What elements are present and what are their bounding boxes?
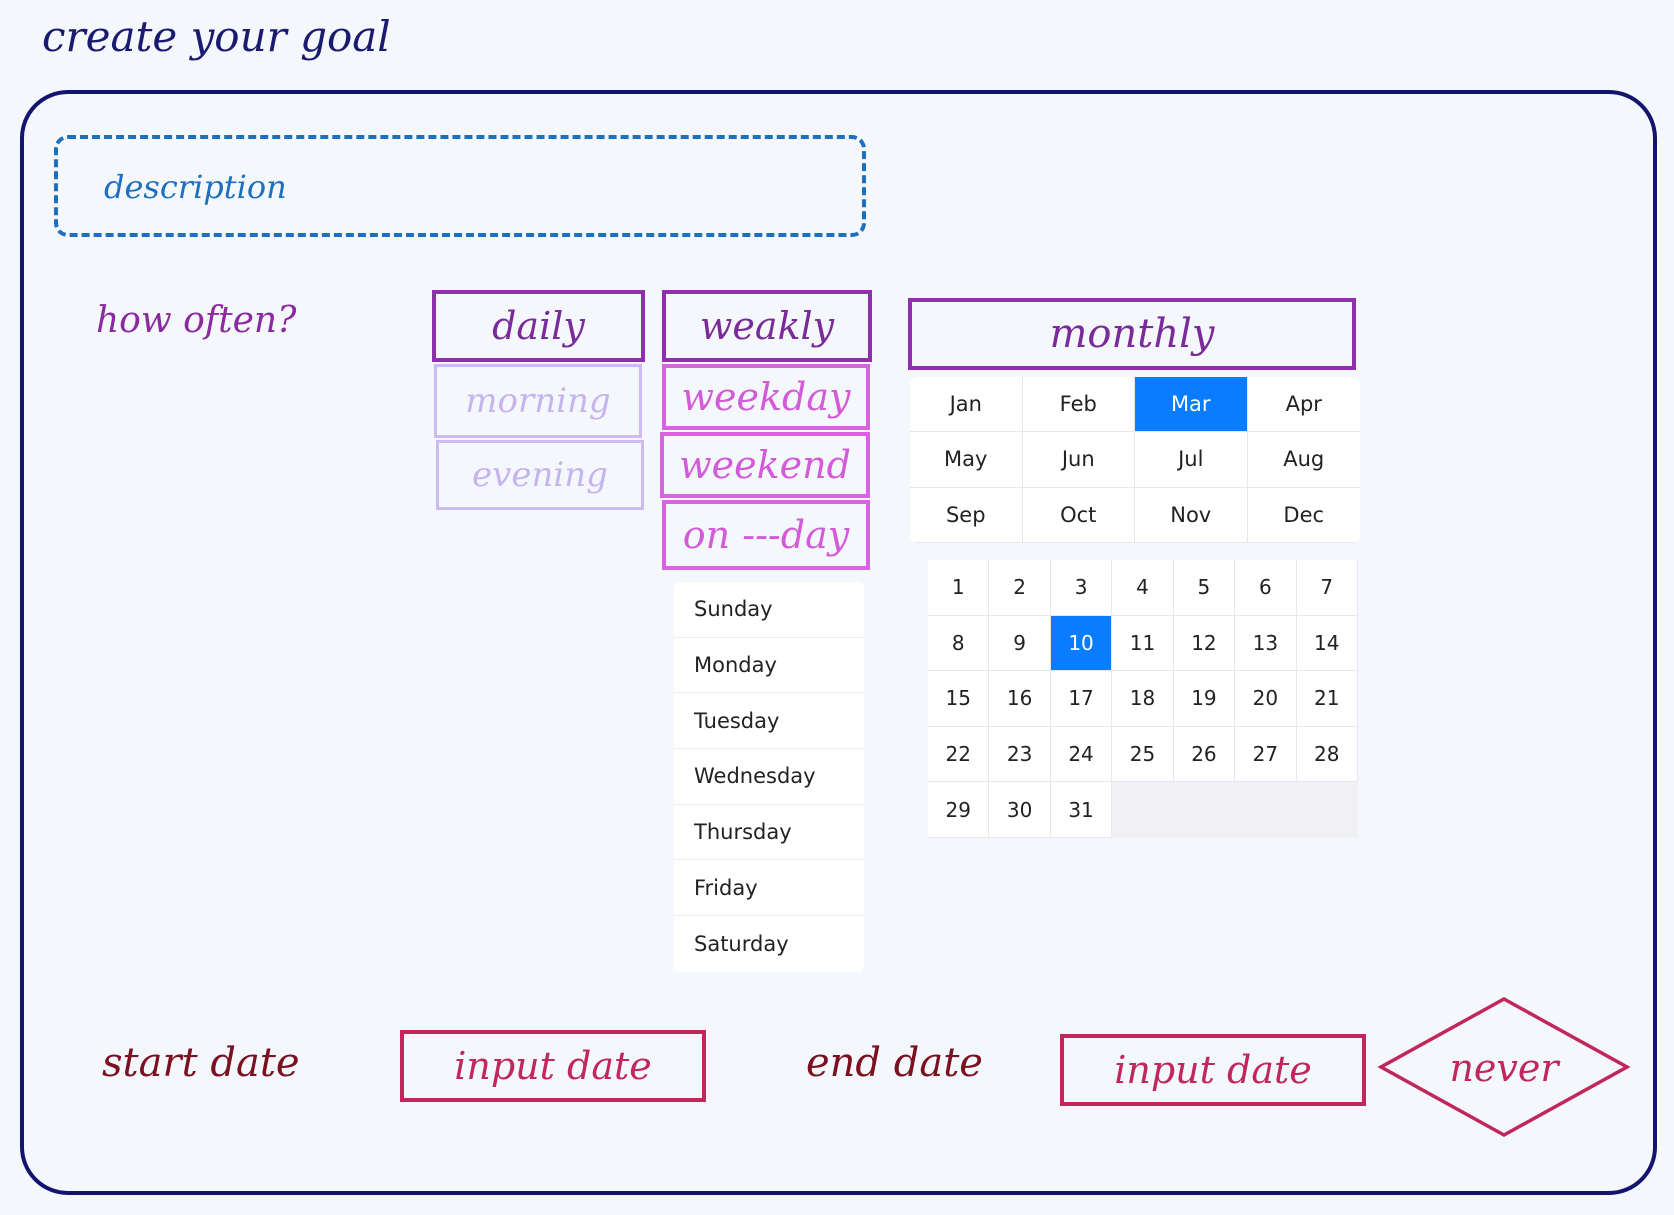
weekday-item[interactable]: Tuesday [674,693,864,750]
start-date-label: start date [102,1040,300,1086]
date-cell[interactable]: 20 [1235,671,1297,727]
month-cell[interactable]: Jul [1135,432,1248,488]
weekday-item[interactable]: Wednesday [674,749,864,805]
date-cell[interactable]: 13 [1235,615,1297,672]
date-empty-filler [1112,782,1358,838]
monthly-button[interactable]: monthly [908,298,1356,370]
date-cell[interactable]: 27 [1235,726,1297,783]
date-cell[interactable]: 28 [1296,726,1358,783]
weekday-list: Sunday Monday Tuesday Wednesday Thursday… [674,582,864,972]
date-cell[interactable]: 15 [928,671,990,727]
date-cell[interactable]: 23 [989,726,1051,783]
daily-button[interactable]: daily [432,290,645,362]
description-placeholder: description [104,168,287,206]
date-picker: 1 2 3 4 5 6 7 8 9 10 11 12 13 14 15 16 1… [928,560,1358,838]
month-picker: Jan Feb Mar Apr May Jun Jul Aug Sep Oct … [910,377,1360,543]
weekly-button[interactable]: weakly [662,290,872,362]
month-cell[interactable]: Nov [1135,487,1248,543]
evening-option[interactable]: evening [436,440,644,510]
date-cell[interactable]: 6 [1235,560,1297,616]
start-date-input[interactable]: input date [400,1030,706,1102]
date-cell[interactable]: 30 [989,782,1051,838]
date-cell[interactable]: 3 [1050,560,1113,616]
date-cell[interactable]: 16 [989,671,1051,727]
date-cell[interactable]: 24 [1050,726,1113,783]
date-cell[interactable]: 11 [1112,615,1174,672]
weekday-option[interactable]: weekday [662,364,870,430]
weekday-item[interactable]: Saturday [674,916,864,972]
date-cell[interactable]: 14 [1296,615,1358,672]
end-date-label: end date [806,1040,983,1086]
morning-option[interactable]: morning [434,364,642,438]
month-cell[interactable]: Mar [1135,377,1248,433]
weekday-item[interactable]: Monday [674,638,864,694]
date-cell[interactable]: 5 [1173,560,1236,616]
date-cell[interactable]: 4 [1112,560,1174,616]
date-cell[interactable]: 21 [1296,671,1358,727]
end-date-input[interactable]: input date [1060,1034,1366,1106]
date-cell[interactable]: 10 [1050,615,1113,672]
date-cell[interactable]: 17 [1050,671,1113,727]
month-cell[interactable]: Feb [1022,377,1135,433]
date-cell[interactable]: 25 [1112,726,1174,783]
weekday-item[interactable]: Thursday [674,805,864,861]
how-often-label: how often? [96,300,297,341]
date-cell[interactable]: 9 [989,615,1051,672]
date-cell[interactable]: 1 [928,560,990,616]
weekday-item[interactable]: Sunday [674,582,864,638]
page-title: create your goal [42,12,391,61]
date-cell[interactable]: 26 [1173,726,1236,783]
weekday-item[interactable]: Friday [674,860,864,917]
date-cell[interactable]: 7 [1296,560,1358,616]
month-cell[interactable]: May [910,432,1023,488]
weekend-option[interactable]: weekend [660,432,870,498]
month-cell[interactable]: Dec [1247,488,1360,543]
date-cell[interactable]: 31 [1050,782,1113,838]
month-cell[interactable]: Sep [910,487,1023,543]
date-cell[interactable]: 29 [928,782,990,838]
never-label: never [1449,1046,1559,1090]
date-cell[interactable]: 22 [928,726,990,783]
date-cell[interactable]: 12 [1173,615,1236,672]
month-cell[interactable]: Jun [1022,432,1135,488]
date-cell[interactable]: 19 [1173,671,1236,727]
month-cell[interactable]: Oct [1022,487,1135,543]
month-cell[interactable]: Apr [1247,377,1360,433]
month-cell[interactable]: Jan [910,377,1023,433]
on-day-option[interactable]: on ---day [662,500,870,570]
date-cell[interactable]: 8 [928,615,990,672]
date-cell[interactable]: 18 [1112,671,1174,727]
date-cell[interactable]: 2 [989,560,1051,616]
month-cell[interactable]: Aug [1247,432,1360,488]
